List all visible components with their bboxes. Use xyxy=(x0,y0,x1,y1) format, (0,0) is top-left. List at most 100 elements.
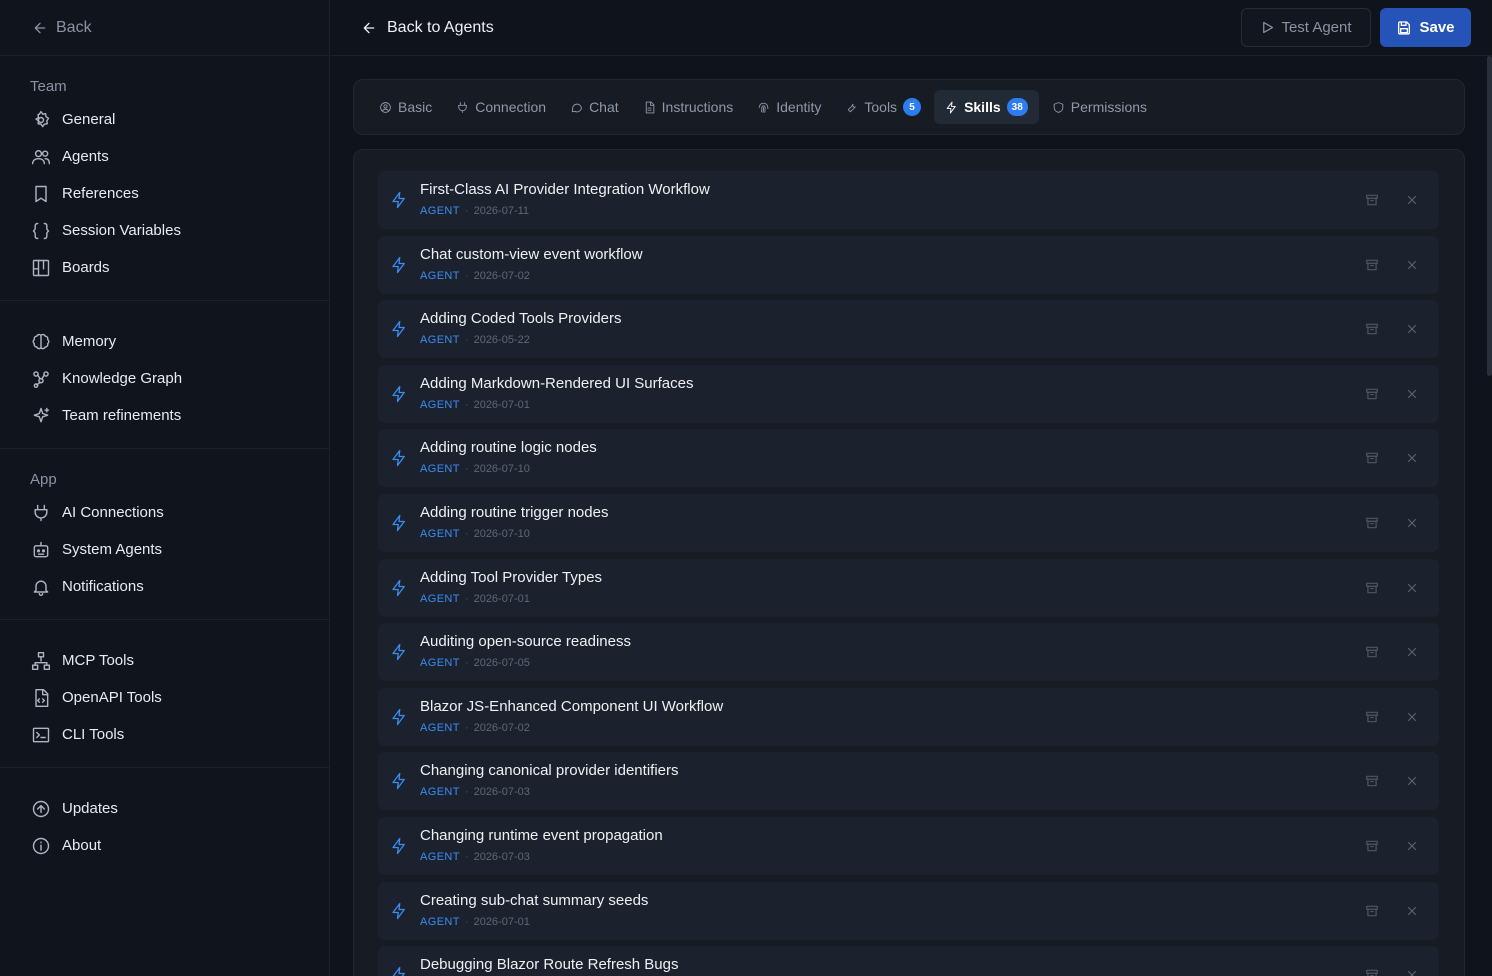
close-icon[interactable] xyxy=(1405,322,1419,336)
close-icon[interactable] xyxy=(1405,774,1419,788)
meta-separator: · xyxy=(464,463,469,476)
tab-identity[interactable]: Identity xyxy=(746,90,832,124)
test-agent-label: Test Agent xyxy=(1281,19,1352,36)
sidebar-item-openapi-tools[interactable]: OpenAPI Tools xyxy=(0,679,329,716)
bookmark-icon xyxy=(34,185,47,202)
sidebar-item-references[interactable]: References xyxy=(0,175,329,212)
tab-instructions[interactable]: Instructions xyxy=(632,90,745,124)
skill-row[interactable]: Adding Markdown-Rendered UI Surfaces AGEN… xyxy=(378,364,1439,423)
test-agent-button[interactable]: Test Agent xyxy=(1241,8,1371,47)
scrollbar[interactable] xyxy=(1487,56,1492,376)
tab-tools[interactable]: Tools 5 xyxy=(834,90,932,124)
sidebar-item-ai-connections[interactable]: AI Connections xyxy=(0,494,329,531)
sidebar-item-about[interactable]: About xyxy=(0,827,329,864)
skill-row[interactable]: Changing canonical provider identifiers A… xyxy=(378,752,1439,811)
archive-icon[interactable] xyxy=(1365,839,1379,853)
chat-icon xyxy=(571,103,582,112)
skill-row[interactable]: Blazor JS-Enhanced Component UI Workflow… xyxy=(378,687,1439,746)
tab-count-badge: 5 xyxy=(903,98,922,116)
close-icon[interactable] xyxy=(1405,710,1419,724)
archive-icon[interactable] xyxy=(1365,193,1379,207)
skill-row[interactable]: Adding routine logic nodes AGENT · 2026-07-… xyxy=(378,429,1439,488)
sidebar-item-general[interactable]: General xyxy=(0,101,329,138)
bot-icon xyxy=(30,539,51,560)
skill-row[interactable]: Adding Tool Provider Types AGENT · 2026-07-… xyxy=(378,558,1439,617)
terminal-icon xyxy=(32,727,49,742)
close-icon[interactable] xyxy=(1405,387,1419,401)
info-icon xyxy=(30,835,51,856)
close-icon[interactable] xyxy=(1405,645,1419,659)
archive-icon[interactable] xyxy=(1365,645,1379,659)
skill-title: First-Class AI Provider Integration Work… xyxy=(420,181,710,198)
close-icon[interactable] xyxy=(1405,451,1419,465)
skill-row[interactable]: Creating sub-chat summary seeds AGENT · 202… xyxy=(378,881,1439,940)
sidebar-item-label: AI Connections xyxy=(62,504,164,521)
archive-icon[interactable] xyxy=(1365,322,1379,336)
sidebar-item-cli-tools[interactable]: CLI Tools xyxy=(0,716,329,753)
board-icon xyxy=(30,257,51,278)
meta-separator: · xyxy=(464,269,469,282)
bolt-icon xyxy=(392,321,405,338)
archive-icon[interactable] xyxy=(1365,904,1379,918)
tab-chat[interactable]: Chat xyxy=(559,90,630,124)
meta-separator: · xyxy=(464,721,469,734)
skill-row[interactable]: Adding Coded Tools Providers AGENT · 2026-0… xyxy=(378,300,1439,359)
sidebar-section: App AI Connections System Agents Notificati… xyxy=(0,449,329,620)
archive-icon[interactable] xyxy=(1365,258,1379,272)
skill-row[interactable]: Chat custom-view event workflow AGENT · 202… xyxy=(378,235,1439,294)
save-button[interactable]: Save xyxy=(1380,8,1471,47)
archive-icon[interactable] xyxy=(1365,516,1379,530)
close-icon[interactable] xyxy=(1405,258,1419,272)
close-icon[interactable] xyxy=(1405,516,1419,530)
tab-skills[interactable]: Skills 38 xyxy=(934,90,1039,124)
skill-row[interactable]: Changing runtime event propagation AGENT ·… xyxy=(378,816,1439,875)
close-icon[interactable] xyxy=(1405,193,1419,207)
back-label: Back xyxy=(56,18,92,36)
skill-row[interactable]: Adding routine trigger nodes AGENT · 2026-0… xyxy=(378,493,1439,552)
skill-date: 2026-07-03 xyxy=(473,786,530,799)
tab-permissions[interactable]: Permissions xyxy=(1041,90,1158,124)
sidebar-section: Team General Agents References Session Varia… xyxy=(0,56,329,301)
sidebar-item-mcp-tools[interactable]: MCP Tools xyxy=(0,642,329,679)
sidebar: Back Team General Agents References Session … xyxy=(0,0,330,976)
bolt-icon xyxy=(392,644,405,661)
sidebar-item-agents[interactable]: Agents xyxy=(0,138,329,175)
sidebar-item-team-refinements[interactable]: Team refinements xyxy=(0,397,329,434)
sidebar-item-notifications[interactable]: Notifications xyxy=(0,568,329,605)
tab-basic[interactable]: Basic xyxy=(368,90,443,124)
archive-icon[interactable] xyxy=(1365,968,1379,976)
sidebar-item-system-agents[interactable]: System Agents xyxy=(0,531,329,568)
bookmark-icon xyxy=(30,183,51,204)
archive-icon[interactable] xyxy=(1365,710,1379,724)
archive-icon[interactable] xyxy=(1365,387,1379,401)
skill-date: 2026-07-10 xyxy=(473,463,530,476)
sidebar-item-updates[interactable]: Updates xyxy=(0,790,329,827)
sidebar-item-memory[interactable]: Memory xyxy=(0,323,329,360)
archive-icon[interactable] xyxy=(1365,451,1379,465)
close-icon[interactable] xyxy=(1405,581,1419,595)
skill-row[interactable]: Auditing open-source readiness AGENT · 2026… xyxy=(378,623,1439,682)
fingerprint-icon xyxy=(758,102,769,113)
close-icon[interactable] xyxy=(1405,968,1419,976)
back-button[interactable]: Back xyxy=(0,0,329,56)
archive-icon[interactable] xyxy=(1365,774,1379,788)
skill-row[interactable]: Debugging Blazor Route Refresh BugsAGENT… xyxy=(378,946,1439,976)
tab-connection[interactable]: Connection xyxy=(445,90,557,124)
bolt-icon xyxy=(390,384,408,404)
skill-title: Changing runtime event propagation xyxy=(420,826,663,844)
file-code-icon xyxy=(30,687,51,708)
sidebar-item-knowledge-graph[interactable]: Knowledge Graph xyxy=(0,360,329,397)
header: Back to Agents Test Agent Save xyxy=(331,0,1492,56)
skill-title: Creating sub-chat summary seeds xyxy=(420,891,649,909)
tab-label: Instructions xyxy=(661,99,734,115)
archive-icon[interactable] xyxy=(1365,581,1379,595)
back-to-agents-link[interactable]: Back to Agents xyxy=(361,19,494,37)
close-icon[interactable] xyxy=(1405,904,1419,918)
sidebar-item-session-variables[interactable]: Session Variables xyxy=(0,212,329,249)
skill-row[interactable]: First-Class AI Provider Integration Work… xyxy=(378,171,1439,229)
sidebar-item-boards[interactable]: Boards xyxy=(0,249,329,286)
skill-date: 2026-07-02 xyxy=(473,721,530,734)
close-icon[interactable] xyxy=(1405,839,1419,853)
sidebar-item-label: About xyxy=(62,837,102,854)
bolt-icon xyxy=(392,191,405,209)
